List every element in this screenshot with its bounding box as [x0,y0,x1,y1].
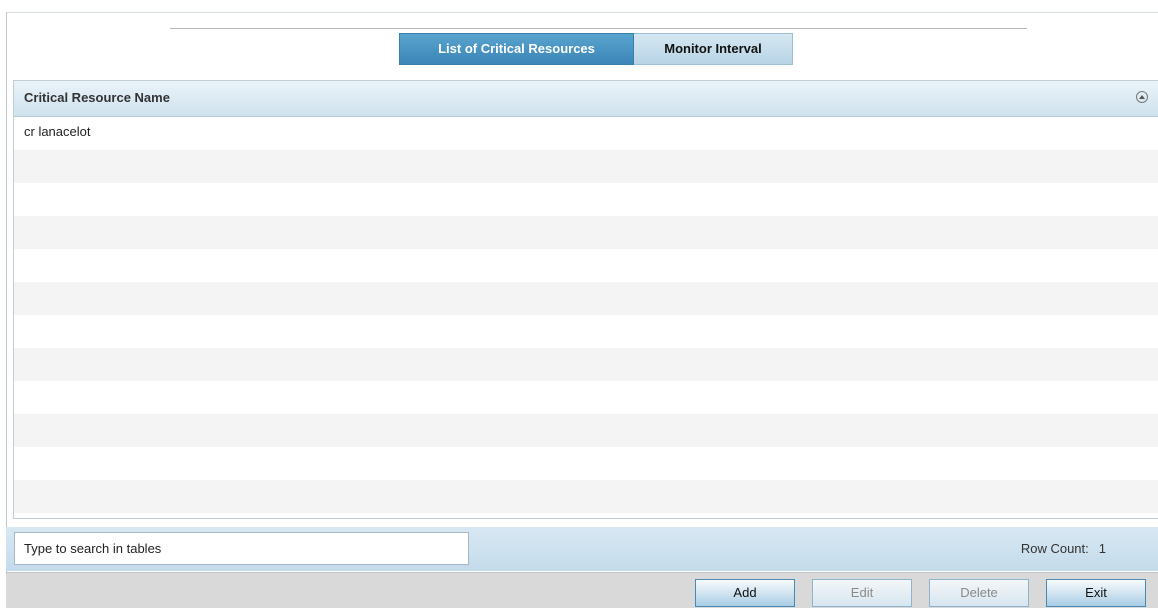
table-row-empty [14,348,1158,381]
exit-button[interactable]: Exit [1046,579,1146,607]
table-toolbar: Row Count: 1 [6,527,1158,571]
table-row-empty [14,447,1158,480]
row-count-label: Row Count: [1020,541,1089,556]
table-row-empty [14,315,1158,348]
tab-monitor-interval[interactable]: Monitor Interval [634,33,793,65]
column-header-critical-resource-name[interactable]: Critical Resource Name [14,81,1158,117]
table-row-empty [14,282,1158,315]
delete-button[interactable]: Delete [929,579,1029,607]
table-row-empty [14,183,1158,216]
tab-list-of-critical-resources[interactable]: List of Critical Resources [399,33,634,65]
critical-resources-table: Critical Resource Name cr lanacelot [13,80,1158,519]
tab-bar: List of Critical Resources Monitor Inter… [399,33,793,65]
collapse-circle-icon[interactable] [1136,91,1148,103]
row-count: Row Count: 1 [1021,541,1106,556]
table-row-empty [14,414,1158,447]
row-count-value: 1 [1098,541,1106,556]
edit-button[interactable]: Edit [812,579,912,607]
action-bar: Add Edit Delete Exit [6,572,1158,608]
table-row-empty [14,249,1158,282]
table-row-empty [14,480,1158,513]
table-cell-name: cr lanacelot [24,124,91,139]
table-row-empty [14,381,1158,414]
add-button[interactable]: Add [695,579,795,607]
table-row-empty [14,216,1158,249]
table-row-empty [14,150,1158,183]
header-divider [170,28,1027,29]
table-search-input[interactable] [14,532,469,565]
column-header-label: Critical Resource Name [24,90,170,105]
table-row[interactable]: cr lanacelot [14,117,1158,150]
